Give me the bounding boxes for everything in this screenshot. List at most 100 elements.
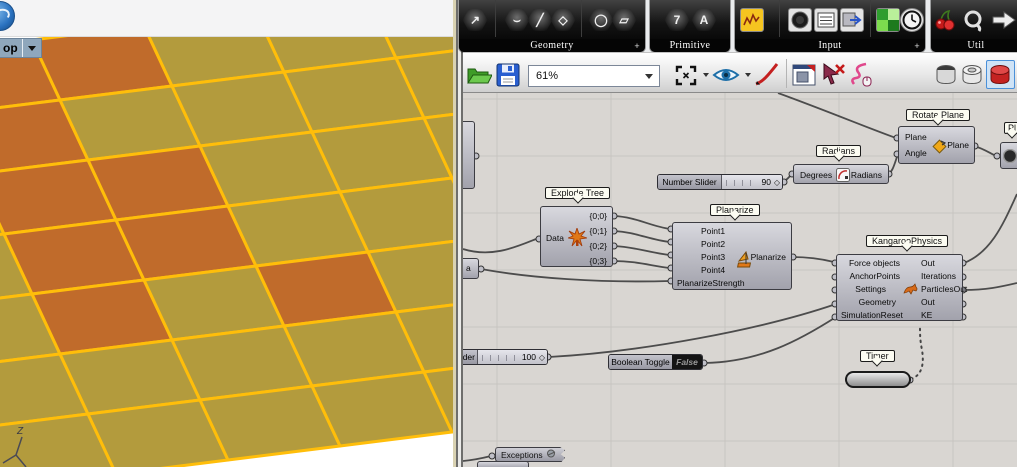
clipped-node-right-icon bbox=[1003, 149, 1017, 165]
boolean-toggle[interactable]: Boolean Toggle False bbox=[608, 354, 703, 370]
image-sampler-icon[interactable] bbox=[876, 8, 900, 32]
clock-icon[interactable] bbox=[900, 8, 924, 32]
explode-out-1: {0;1} bbox=[590, 226, 608, 236]
number-slider-90[interactable]: Number Slider 90 ◇ bbox=[657, 174, 783, 190]
tab-panel-input[interactable]: Input + bbox=[735, 0, 925, 52]
kangaroo-input-reset: SimulationReset bbox=[841, 310, 903, 320]
tab-label-primitive[interactable]: Primitive bbox=[650, 39, 730, 52]
zoom-combobox[interactable]: 61% bbox=[528, 65, 660, 87]
planarize-input-4: Point4 bbox=[701, 265, 725, 275]
rhino-app-icon[interactable] bbox=[0, 1, 15, 31]
rhino-viewport[interactable]: Z bbox=[0, 0, 453, 467]
slider-90-grip[interactable]: ◇ bbox=[774, 178, 780, 187]
rotate-input-angle: Angle bbox=[905, 148, 927, 158]
tab-panel-primitive[interactable]: 7 A Primitive bbox=[650, 0, 730, 52]
letter-a-icon[interactable]: A bbox=[691, 8, 717, 32]
preview-menu-arrow[interactable] bbox=[745, 73, 751, 77]
rotate-input-plane: Plane bbox=[905, 132, 927, 142]
radians-node[interactable]: Degrees Radians bbox=[793, 164, 889, 184]
graph-icon[interactable] bbox=[740, 8, 764, 32]
kangaroo-label: KangarooPhysics bbox=[866, 235, 948, 247]
explode-out-3: {0;3} bbox=[590, 256, 608, 266]
preview-eye-button[interactable] bbox=[712, 63, 740, 87]
curve-icon[interactable]: ⌣ bbox=[504, 8, 530, 32]
slider-100-value: 100 bbox=[522, 352, 536, 362]
slider-track[interactable]: 90 ◇ bbox=[722, 175, 782, 189]
zoom-extents-button[interactable] bbox=[674, 64, 698, 86]
tab-panel-geometry[interactable]: ↗ ⌣ ╱ ◇ ◯ ▱ Geometry + bbox=[459, 0, 645, 52]
kangaroo-input-force: Force objects bbox=[849, 258, 900, 268]
screen: Z op ↗ ⌣ ╱ ◇ ◯ ▱ Geometry + bbox=[0, 0, 1017, 467]
preview-shaded-button[interactable] bbox=[960, 62, 985, 88]
exceptions-icon bbox=[546, 449, 557, 460]
save-file-button[interactable] bbox=[496, 63, 520, 87]
axis-z-label: Z bbox=[16, 426, 24, 437]
hide-cursor-button[interactable] bbox=[820, 61, 847, 88]
kangaroo-input-geometry: Geometry bbox=[859, 297, 896, 307]
planarize-label: Planarize bbox=[710, 204, 760, 216]
value-list-icon[interactable] bbox=[814, 8, 838, 32]
radians-icon bbox=[836, 168, 850, 184]
digit-7-icon[interactable]: 7 bbox=[664, 8, 690, 32]
kangaroo-input-settings: Settings bbox=[855, 284, 886, 294]
radians-label: Radians bbox=[816, 145, 861, 157]
planarize-input-3: Point3 bbox=[701, 252, 725, 262]
line-icon[interactable]: ╱ bbox=[527, 8, 553, 32]
timer-node[interactable] bbox=[845, 371, 911, 388]
number-slider-100[interactable]: der 100 ◇ bbox=[450, 349, 548, 365]
tab-label-util[interactable]: Util bbox=[931, 39, 1017, 52]
gh-component-tabs: ↗ ⌣ ╱ ◇ ◯ ▱ Geometry + 7 A Primitive bbox=[463, 0, 1017, 52]
explode-tree-label: Explode Tree bbox=[545, 187, 610, 199]
explode-tree-node[interactable]: Data {0;0} {0;1} {0;2} {0;3} bbox=[540, 206, 613, 267]
patch-icon[interactable]: ▱ bbox=[611, 8, 637, 32]
mouse-gesture-button[interactable] bbox=[848, 61, 874, 88]
tab-more-geometry[interactable]: + bbox=[634, 41, 640, 51]
tab-label-geometry[interactable]: Geometry + bbox=[459, 39, 645, 52]
open-file-button[interactable] bbox=[466, 63, 492, 87]
explode-out-0: {0;0} bbox=[590, 211, 608, 221]
clipped-node-bottom[interactable] bbox=[477, 461, 529, 467]
mesh-grid bbox=[0, 0, 453, 467]
gradient-icon[interactable] bbox=[840, 8, 864, 32]
cherries-icon[interactable] bbox=[933, 8, 957, 37]
point-vector-icon[interactable]: ↗ bbox=[462, 8, 488, 32]
rotate-plane-node[interactable]: Plane Angle Plane bbox=[898, 126, 975, 164]
kangaroo-output-out2: Out bbox=[921, 297, 935, 307]
sketch-pen-button[interactable] bbox=[752, 61, 780, 88]
surface-icon[interactable]: ◇ bbox=[550, 8, 576, 32]
slider-track[interactable]: 100 ◇ bbox=[478, 350, 547, 364]
kangaroo-node[interactable]: Force objects AnchorPoints Settings Geom… bbox=[836, 254, 963, 321]
lasso-icon[interactable] bbox=[961, 8, 985, 37]
viewport-menu-arrow-icon[interactable] bbox=[28, 46, 36, 51]
tab-more-input[interactable]: + bbox=[914, 41, 920, 51]
tab-label-input[interactable]: Input + bbox=[735, 39, 925, 52]
exceptions-node[interactable]: Exceptions bbox=[495, 447, 565, 462]
radians-output: Radians bbox=[851, 170, 882, 180]
slider-100-grip[interactable]: ◇ bbox=[539, 353, 545, 362]
kangaroo-output-out: Out bbox=[921, 258, 935, 268]
rotate-plane-icon bbox=[931, 138, 947, 156]
explode-input-data: Data bbox=[546, 233, 564, 243]
rotate-output-plane: Plane bbox=[947, 140, 969, 150]
tab-panel-util[interactable]: Util bbox=[931, 0, 1017, 52]
gh-canvas-toolbar: 61% bbox=[463, 52, 1017, 93]
planarize-input-2: Point2 bbox=[701, 239, 725, 249]
preview-solid-button[interactable] bbox=[986, 60, 1015, 89]
radians-input: Degrees bbox=[800, 170, 832, 180]
boolean-toggle-value[interactable]: False bbox=[672, 355, 702, 369]
planarize-input-1: Point1 bbox=[701, 226, 725, 236]
clipped-node-right[interactable] bbox=[1000, 142, 1017, 169]
sphere-icon[interactable]: ◯ bbox=[588, 8, 614, 32]
viewport-title-tab[interactable]: op bbox=[0, 38, 42, 58]
kangaroo-input-anchors: AnchorPoints bbox=[849, 271, 900, 281]
clipped-label-right: Pl bbox=[1004, 122, 1017, 134]
zoom-value: 61% bbox=[529, 70, 645, 82]
planarize-node[interactable]: Point1 Point2 Point3 Point4 PlanarizeStr… bbox=[672, 222, 792, 290]
preview-wire-button[interactable] bbox=[934, 62, 959, 88]
timer-label: Timer bbox=[860, 350, 895, 362]
rotate-plane-label: Rotate Plane bbox=[906, 109, 970, 121]
arrow-icon[interactable] bbox=[991, 8, 1017, 37]
knob-icon[interactable] bbox=[788, 8, 812, 32]
zoom-extents-menu-arrow[interactable] bbox=[703, 73, 709, 77]
canvas-overlay-button[interactable] bbox=[792, 63, 816, 87]
